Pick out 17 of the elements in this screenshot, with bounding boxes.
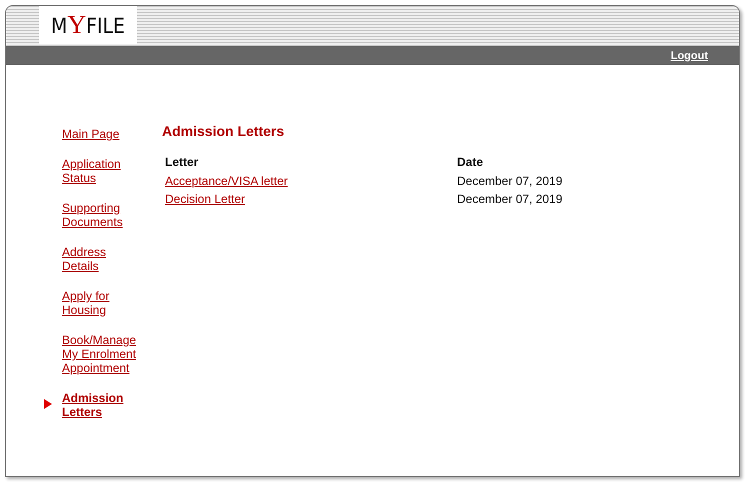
logo: MYFILE [39, 6, 137, 44]
column-header: Date [457, 155, 484, 169]
nav-link[interactable]: Application Status [62, 157, 121, 185]
date-text: December 07, 2019 [457, 174, 562, 188]
letter-link[interactable]: Acceptance/VISA letter [165, 174, 288, 188]
column-header: Letter [165, 155, 198, 169]
date-text: December 07, 2019 [457, 192, 562, 206]
nav-link[interactable]: Address Details [62, 245, 106, 273]
page-title: Admission Letters [162, 123, 286, 139]
nav-link[interactable]: Admission Letters [62, 391, 124, 419]
nav-link[interactable]: Supporting Documents [62, 201, 123, 229]
logout-link[interactable]: Logout [670, 50, 708, 62]
letter-link[interactable]: Decision Letter [165, 192, 246, 206]
nav-link[interactable]: Main Page [62, 127, 120, 141]
arrow-icon [44, 399, 52, 409]
nav-link[interactable]: Book/Manage My Enrolment Appointment [62, 333, 136, 375]
nav-link[interactable]: Apply for Housing [62, 289, 110, 317]
